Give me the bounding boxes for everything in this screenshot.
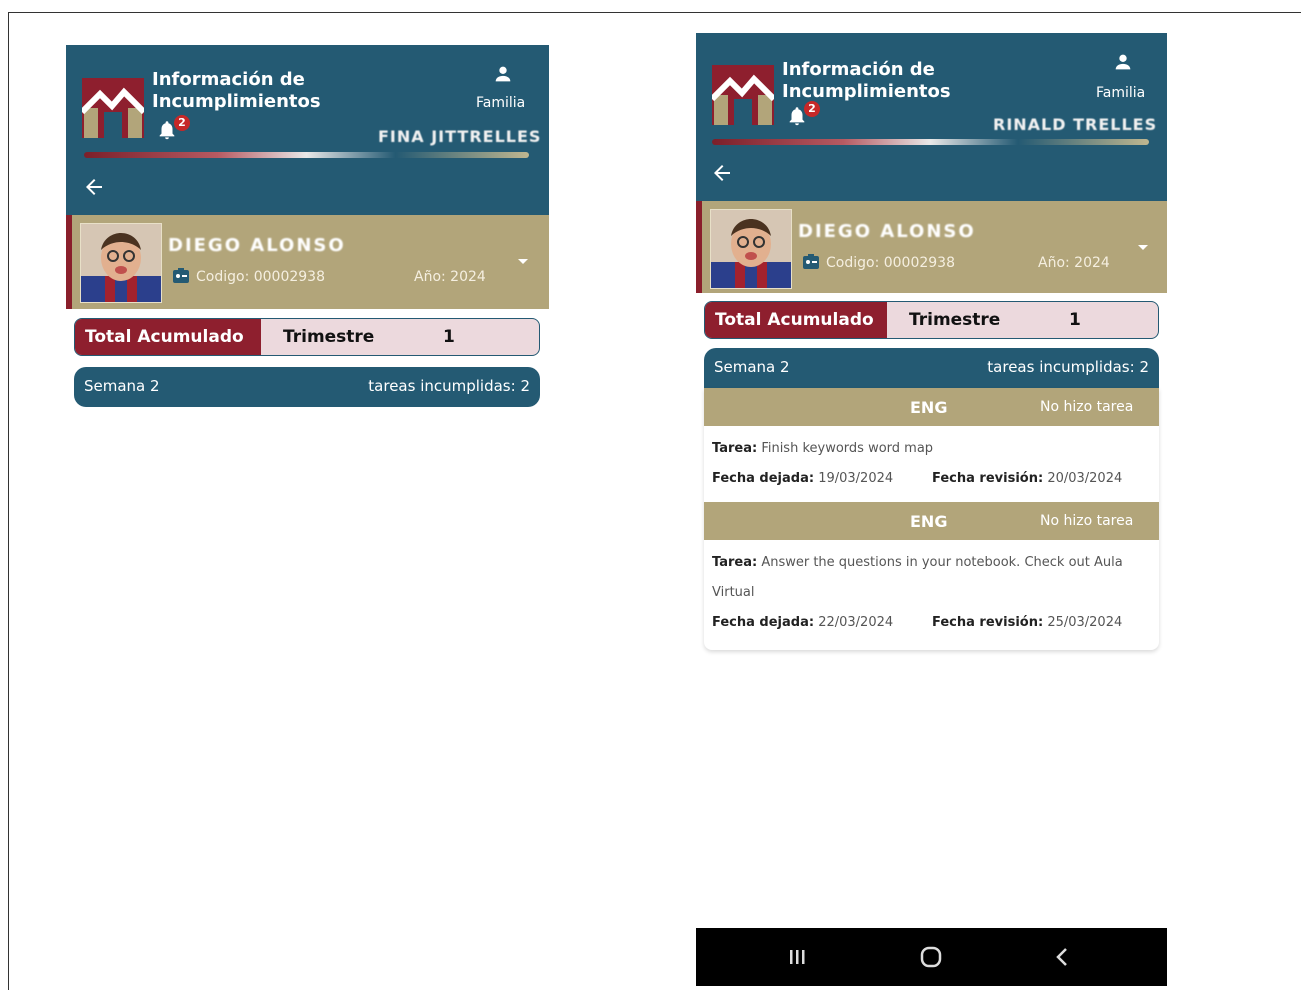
- school-year: Año: 2024: [1038, 255, 1110, 271]
- task-header: ENG No hizo tarea: [704, 502, 1159, 540]
- chevron-down-icon[interactable]: [518, 259, 528, 264]
- tab-total-acumulado[interactable]: Total Acumulado: [705, 302, 887, 338]
- task-label: Tarea:: [712, 555, 758, 570]
- task-text: Answer the questions in your notebook. C…: [712, 555, 1123, 600]
- period-selector: Total Acumulado Trimestre 1: [704, 301, 1159, 339]
- tab-trimestre[interactable]: Trimestre: [261, 319, 443, 355]
- decorative-stripe: [712, 139, 1149, 145]
- task-body: Tarea: Answer the questions in your note…: [704, 540, 1159, 638]
- id-card-icon: [173, 268, 189, 283]
- student-card[interactable]: DIEGO ALONSO Codigo: 00002938 Año: 2024: [66, 215, 549, 309]
- user-icon[interactable]: [492, 63, 514, 85]
- task-list: ENG No hizo tarea Tarea: Finish keywords…: [704, 388, 1159, 650]
- tab-total-acumulado[interactable]: Total Acumulado: [75, 319, 261, 355]
- parent-name: RINALD TRELLES: [993, 115, 1158, 134]
- tab-trimestre-number[interactable]: 1: [1069, 302, 1081, 338]
- recent-apps-icon[interactable]: [784, 944, 810, 970]
- tab-trimestre-number[interactable]: 1: [443, 319, 455, 355]
- list-item: ENG No hizo tarea Tarea: Finish keywords…: [704, 388, 1159, 494]
- week-missed-count: tareas incumplidas: 2: [987, 358, 1149, 376]
- notification-badge: 2: [174, 115, 190, 131]
- phone-screen-expanded: Información de Incumplimientos 2 Familia…: [696, 33, 1167, 986]
- due-label: Fecha dejada:: [712, 615, 815, 630]
- week-label: Semana 2: [714, 358, 790, 376]
- chevron-down-icon[interactable]: [1138, 245, 1148, 250]
- user-icon[interactable]: [1112, 51, 1134, 73]
- list-item: ENG No hizo tarea Tarea: Answer the ques…: [704, 502, 1159, 638]
- review-label: Fecha revisión:: [932, 471, 1044, 486]
- week-missed-count: tareas incumplidas: 2: [368, 377, 530, 395]
- arrow-left-icon[interactable]: [82, 175, 106, 199]
- week-header[interactable]: Semana 2 tareas incumplidas: 2: [74, 367, 540, 407]
- review-date: 20/03/2024: [1047, 471, 1123, 486]
- notification-badge: 2: [804, 101, 820, 117]
- task-status: No hizo tarea: [1040, 399, 1134, 415]
- task-body: Tarea: Finish keywords word map Fecha de…: [704, 426, 1159, 494]
- school-year: Año: 2024: [414, 269, 486, 285]
- task-text: Finish keywords word map: [761, 441, 934, 456]
- android-navigation-bar: [696, 928, 1167, 986]
- task-status: No hizo tarea: [1040, 513, 1134, 529]
- review-label: Fecha revisión:: [932, 615, 1044, 630]
- student-name: DIEGO ALONSO: [168, 235, 346, 256]
- period-selector: Total Acumulado Trimestre 1: [74, 318, 540, 356]
- student-code: Codigo: 00002938: [196, 269, 325, 285]
- app-header: Información de Incumplimientos 2 Familia…: [696, 33, 1167, 201]
- task-label: Tarea:: [712, 441, 758, 456]
- id-card-icon: [803, 254, 819, 269]
- back-nav-icon[interactable]: [1050, 944, 1076, 970]
- home-icon[interactable]: [918, 944, 944, 970]
- student-avatar: [80, 223, 162, 303]
- tab-trimestre[interactable]: Trimestre: [887, 302, 1069, 338]
- decorative-stripe: [84, 152, 529, 158]
- parent-name: FINA JITTRELLES: [378, 127, 542, 146]
- week-label: Semana 2: [84, 377, 160, 395]
- school-logo-icon: [712, 65, 774, 125]
- app-title: Información de Incumplimientos: [152, 69, 321, 112]
- task-subject: ENG: [910, 512, 948, 531]
- due-date: 19/03/2024: [818, 471, 894, 486]
- due-label: Fecha dejada:: [712, 471, 815, 486]
- app-title: Información de Incumplimientos: [782, 59, 951, 102]
- user-role: Familia: [476, 95, 526, 111]
- phone-screen-collapsed: Información de Incumplimientos 2 Familia…: [66, 45, 549, 425]
- student-name: DIEGO ALONSO: [798, 221, 976, 242]
- student-code: Codigo: 00002938: [826, 255, 955, 271]
- week-header[interactable]: Semana 2 tareas incumplidas: 2: [704, 348, 1159, 388]
- student-card[interactable]: DIEGO ALONSO Codigo: 00002938 Año: 2024: [696, 201, 1167, 293]
- school-logo-icon: [82, 78, 144, 138]
- task-header: ENG No hizo tarea: [704, 388, 1159, 426]
- task-subject: ENG: [910, 398, 948, 417]
- due-date: 22/03/2024: [818, 615, 894, 630]
- app-header: Información de Incumplimientos 2 Familia…: [66, 45, 549, 215]
- student-avatar: [710, 209, 792, 289]
- review-date: 25/03/2024: [1047, 615, 1123, 630]
- arrow-left-icon[interactable]: [710, 161, 734, 185]
- user-role: Familia: [1096, 85, 1146, 101]
